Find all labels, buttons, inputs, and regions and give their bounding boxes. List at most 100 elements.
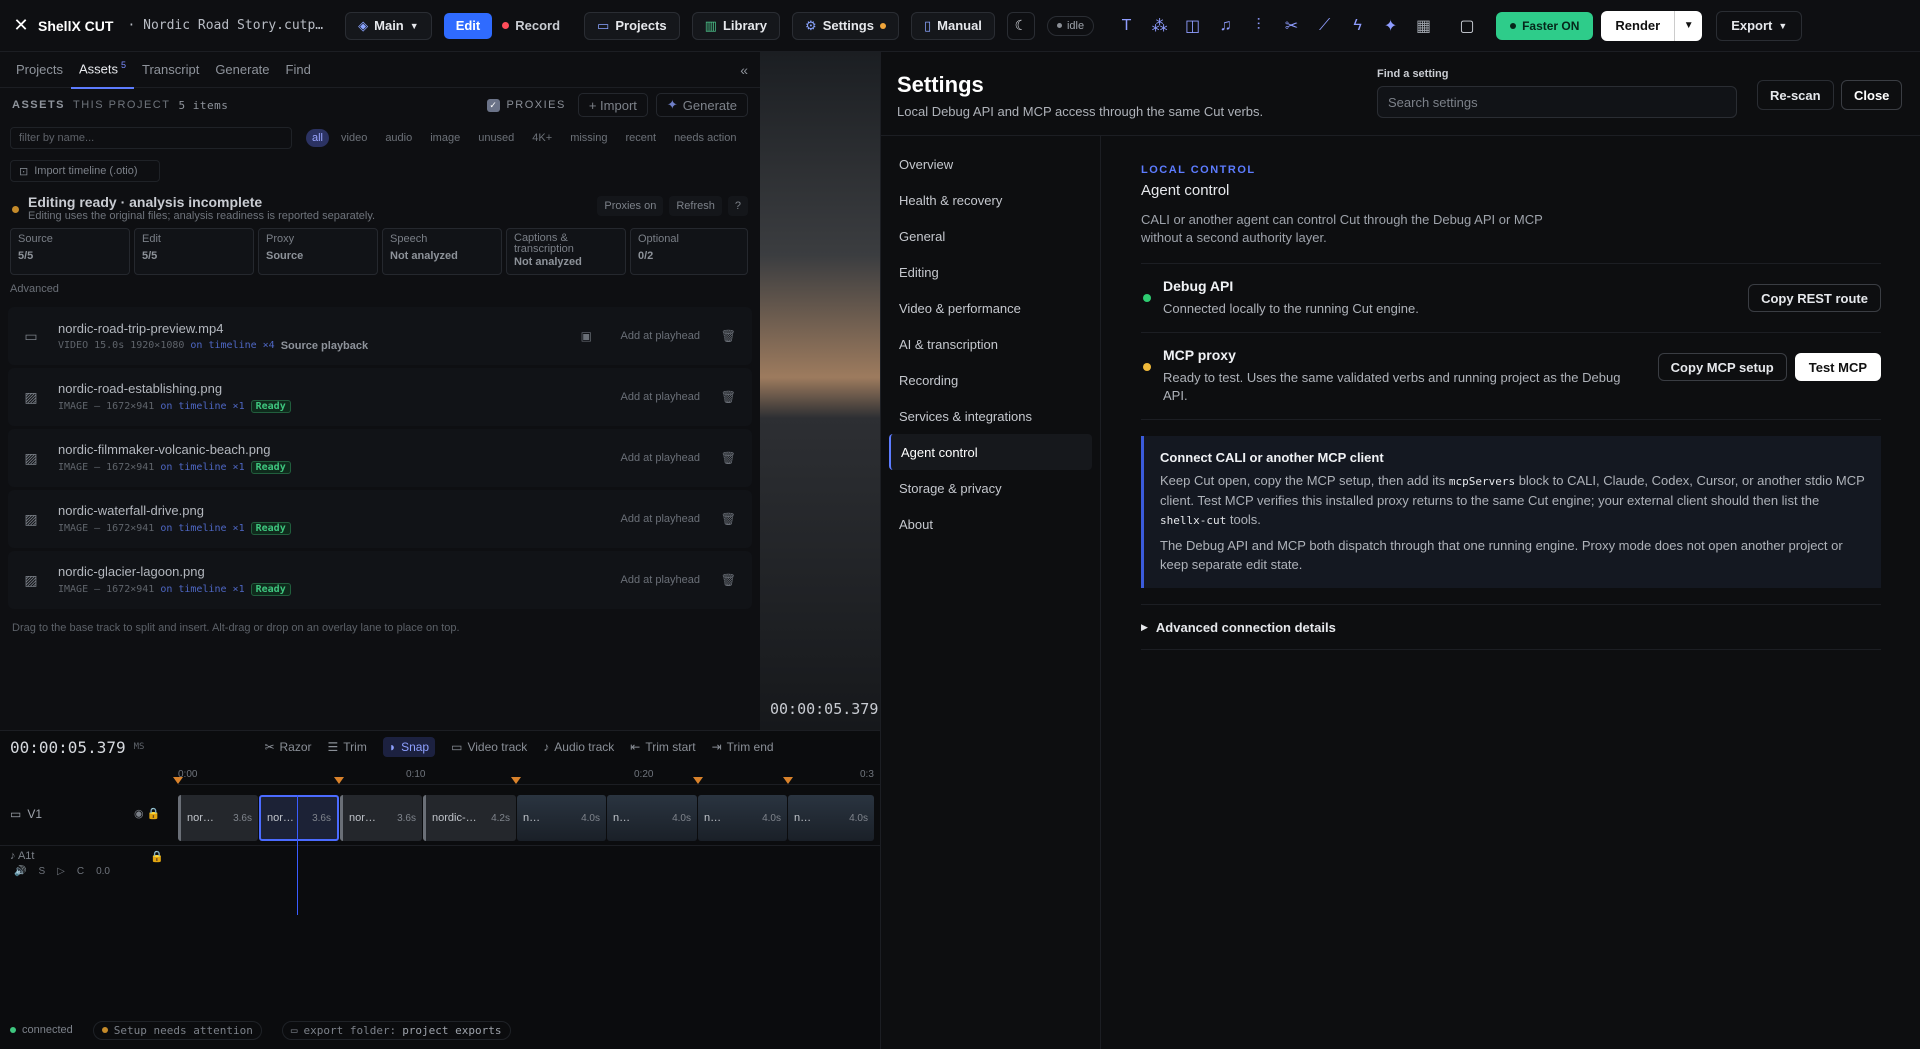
sliders-icon[interactable]: ⫶ — [1242, 12, 1275, 40]
scope-label[interactable]: THIS PROJECT — [73, 99, 170, 111]
list-item[interactable]: ▨ nordic-road-establishing.png IMAGE — 167… — [8, 368, 752, 426]
chip-4k[interactable]: 4K+ — [526, 129, 558, 147]
sidebar-item-recording[interactable]: Recording — [889, 362, 1092, 398]
add-at-playhead-button[interactable]: Add at playhead — [620, 391, 700, 403]
grid-icon[interactable]: ▦ — [1407, 12, 1440, 40]
branch-selector[interactable]: ◈ Main ▼ — [345, 11, 432, 40]
video-preview[interactable]: 00:00:05.379 — [760, 52, 880, 730]
help-button[interactable]: ? — [727, 196, 748, 216]
sidebar-item-overview[interactable]: Overview — [889, 146, 1092, 182]
playhead[interactable] — [297, 795, 298, 915]
timeline-clip[interactable]: nor… 3.6s — [178, 795, 258, 841]
scissors-icon[interactable]: ✂ — [1275, 12, 1308, 40]
collapse-panel-icon[interactable]: « — [740, 62, 748, 78]
chip-recent[interactable]: recent — [619, 129, 662, 147]
copy-rest-route-button[interactable]: Copy REST route — [1748, 284, 1881, 312]
add-at-playhead-button[interactable]: Add at playhead — [620, 513, 700, 525]
preview-icon[interactable]: ▣ — [581, 329, 592, 343]
settings-button[interactable]: ⚙ Settings — [792, 11, 899, 40]
tab-assets[interactable]: Assets 5 — [70, 50, 134, 89]
import-button[interactable]: + Import — [577, 93, 648, 117]
faster-toggle[interactable]: Faster ON — [1496, 11, 1594, 40]
chip-all[interactable]: all — [306, 129, 330, 147]
music-icon[interactable]: ♫ — [1209, 12, 1242, 40]
trim-start-button[interactable]: ⇤ Trim start — [630, 740, 695, 754]
sidebar-item-general[interactable]: General — [889, 218, 1092, 254]
shapes-icon[interactable]: ◫ — [1176, 12, 1209, 40]
marker[interactable] — [511, 777, 521, 784]
advanced-toggle[interactable]: Advanced — [0, 275, 760, 303]
marker[interactable] — [693, 777, 703, 784]
trim-tool[interactable]: ☰ Trim — [328, 740, 367, 754]
solo-button[interactable]: S — [38, 866, 45, 877]
export-folder[interactable]: ▭ export folder: project exports — [281, 1020, 511, 1040]
edit-mode-button[interactable]: Edit — [443, 12, 493, 39]
sidebar-item-video[interactable]: Video & performance — [889, 290, 1092, 326]
test-mcp-button[interactable]: Test MCP — [1794, 353, 1881, 381]
advanced-connection-details[interactable]: ▶ Advanced connection details — [1141, 604, 1881, 650]
export-button[interactable]: Export ▼ — [1716, 10, 1803, 41]
tab-projects[interactable]: Projects — [8, 52, 71, 87]
project-name[interactable]: · Nordic Road Story.cutp… — [127, 18, 323, 33]
chevron-down-icon[interactable]: ▼ — [1674, 10, 1702, 41]
trash-icon[interactable]: 🗑 — [721, 390, 736, 404]
sidebar-item-services[interactable]: Services & integrations — [889, 398, 1092, 434]
import-timeline-button[interactable]: ⊡ Import timeline (.otio) — [10, 160, 160, 182]
add-audio-track-button[interactable]: ♪ Audio track — [543, 740, 614, 754]
search-input[interactable]: Search settings — [1377, 86, 1737, 118]
chip-unused[interactable]: unused — [472, 129, 520, 147]
snap-toggle[interactable]: ◗ Snap — [382, 737, 436, 757]
filter-input[interactable]: filter by name... — [10, 127, 292, 149]
trim-end-button[interactable]: ⇥ Trim end — [712, 740, 774, 754]
manual-button[interactable]: ▯ Manual — [910, 11, 995, 40]
visibility-lock-icons[interactable]: ◉ 🔒 — [134, 807, 160, 820]
sidebar-item-agent-control[interactable]: Agent control — [889, 434, 1092, 470]
timeline-clip[interactable]: n… 4.0s — [788, 795, 874, 841]
app-logo[interactable]: ✕ ShellX CUT — [12, 15, 113, 35]
sidebar-item-editing[interactable]: Editing — [889, 254, 1092, 290]
timeline-clip[interactable]: n… 4.0s — [517, 795, 606, 841]
timeline-clip[interactable]: nordic-… 4.2s — [423, 795, 516, 841]
list-item[interactable]: ▨ nordic-glacier-lagoon.png IMAGE — 1672×9… — [8, 551, 752, 609]
list-item[interactable]: ▨ nordic-waterfall-drive.png IMAGE — 1672×… — [8, 490, 752, 548]
razor-tool[interactable]: ✂ Razor — [264, 740, 311, 754]
generate-button[interactable]: ✦ Generate — [655, 93, 748, 117]
list-item[interactable]: ▭ nordic-road-trip-preview.mp4 VIDEO 15.0… — [8, 307, 752, 365]
trash-icon[interactable]: 🗑 — [721, 329, 736, 343]
add-at-playhead-button[interactable]: Add at playhead — [620, 330, 700, 342]
add-at-playhead-button[interactable]: Add at playhead — [620, 574, 700, 586]
add-at-playhead-button[interactable]: Add at playhead — [620, 452, 700, 464]
marker[interactable] — [334, 777, 344, 784]
trash-icon[interactable]: 🗑 — [721, 451, 736, 465]
list-item[interactable]: ▨ nordic-filmmaker-volcanic-beach.png IM… — [8, 429, 752, 487]
copy-mcp-setup-button[interactable]: Copy MCP setup — [1657, 353, 1787, 381]
add-video-track-button[interactable]: ▭ Video track — [451, 740, 527, 754]
rescan-button[interactable]: Re-scan — [1757, 80, 1834, 110]
library-button[interactable]: ▥ Library — [691, 11, 781, 40]
tab-find[interactable]: Find — [278, 52, 319, 87]
magic-wand-icon[interactable]: ⟋ — [1308, 12, 1341, 40]
projects-button[interactable]: ▭ Projects — [584, 11, 680, 40]
close-button[interactable]: Close — [1841, 80, 1903, 110]
chip-needs-action[interactable]: needs action — [668, 129, 742, 147]
nodes-icon[interactable]: ⁂ — [1143, 12, 1176, 40]
sidebar-item-about[interactable]: About — [889, 506, 1092, 542]
channel-button[interactable]: C — [77, 866, 84, 877]
tab-transcript[interactable]: Transcript — [134, 52, 207, 87]
text-tool-icon[interactable]: T — [1110, 12, 1143, 40]
timeline-clip[interactable]: nor… 3.6s — [340, 795, 422, 841]
sidebar-item-health[interactable]: Health & recovery — [889, 182, 1092, 218]
chip-missing[interactable]: missing — [564, 129, 613, 147]
setup-status[interactable]: Setup needs attention — [92, 1020, 262, 1040]
trash-icon[interactable]: 🗑 — [721, 512, 736, 526]
lock-icon[interactable]: 🔒 — [150, 850, 164, 863]
record-button[interactable]: Record — [502, 18, 560, 33]
volume-icon[interactable]: 🔊 — [14, 866, 26, 877]
sidebar-item-storage[interactable]: Storage & privacy — [889, 470, 1092, 506]
theme-toggle-moon-icon[interactable]: ☾ — [1006, 11, 1035, 40]
proxies-on-button[interactable]: Proxies on — [597, 196, 664, 216]
timeline-clip[interactable]: n… 4.0s — [607, 795, 697, 841]
chip-image[interactable]: image — [424, 129, 466, 147]
trash-icon[interactable]: 🗑 — [721, 573, 736, 587]
sidebar-item-ai[interactable]: AI & transcription — [889, 326, 1092, 362]
